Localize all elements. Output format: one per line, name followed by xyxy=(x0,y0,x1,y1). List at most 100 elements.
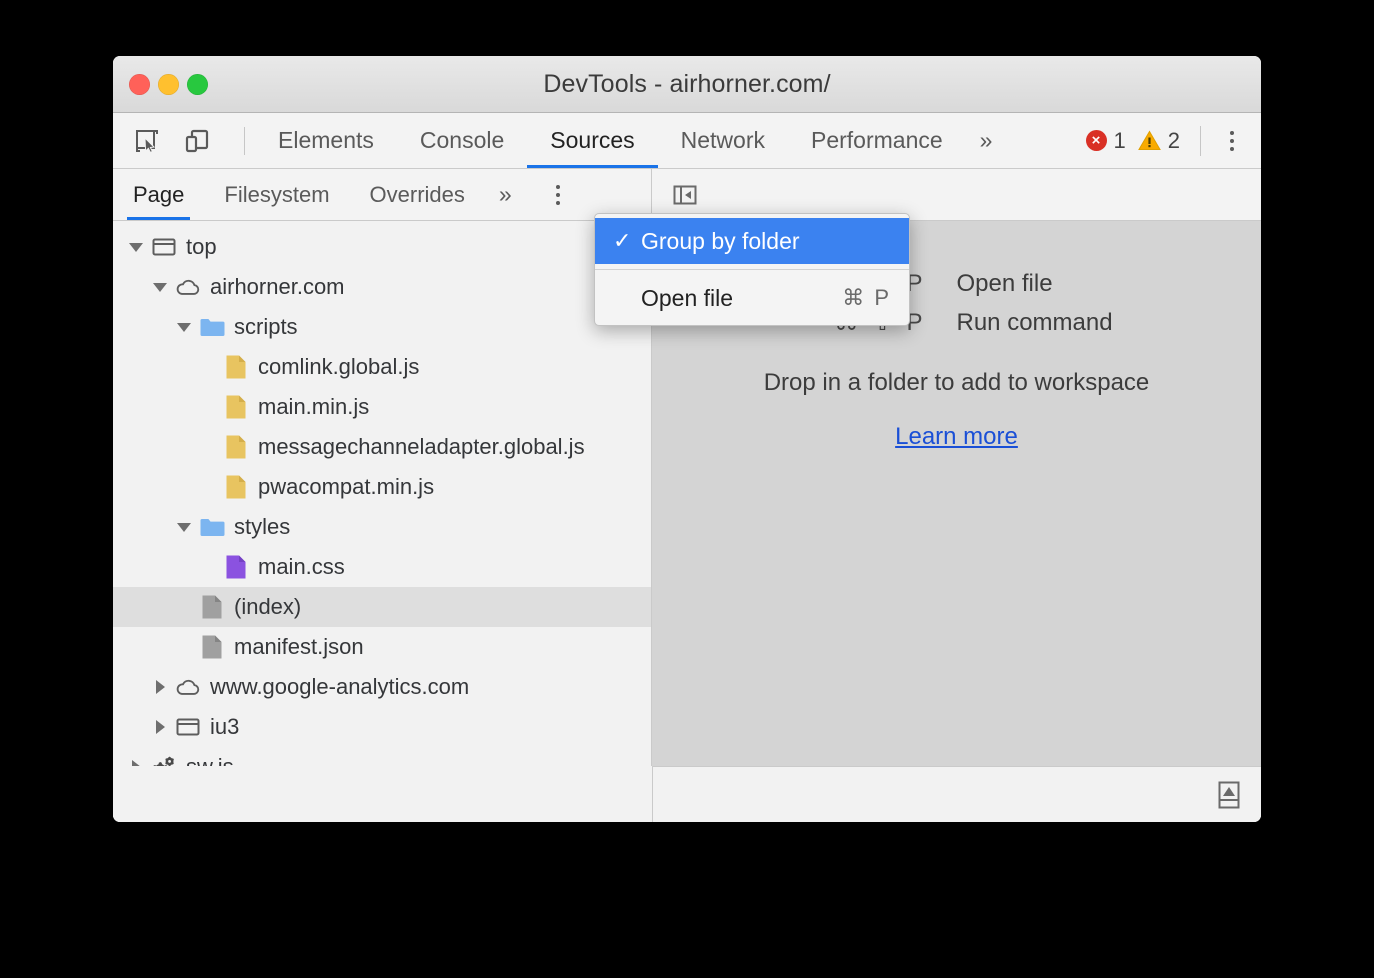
tree-row-label: main.css xyxy=(258,554,345,580)
shortcut-open-file-label: Open file xyxy=(957,270,1262,298)
statusbar-left-filler xyxy=(113,766,653,822)
check-icon: ✓ xyxy=(613,228,641,254)
folder-icon xyxy=(199,314,225,340)
window-controls xyxy=(129,74,208,95)
js-file-icon xyxy=(223,394,249,420)
tree-row[interactable]: top xyxy=(113,227,651,267)
sidebar-item-page[interactable]: Page xyxy=(113,169,204,220)
tab-network-label: Network xyxy=(681,127,765,154)
cloud-icon xyxy=(175,674,201,700)
tree-row[interactable]: styles xyxy=(113,507,651,547)
tree-row-label: pwacompat.min.js xyxy=(258,474,434,500)
tab-console[interactable]: Console xyxy=(397,113,527,168)
menu-item-open-file-shortcut: ⌘ P xyxy=(842,285,891,311)
tab-elements[interactable]: Elements xyxy=(255,113,397,168)
tree-row[interactable]: comlink.global.js xyxy=(113,347,651,387)
navigator-tabs-overflow-icon[interactable]: » xyxy=(485,181,523,208)
window-title: DevTools - airhorner.com/ xyxy=(113,70,1261,99)
doc-file-icon xyxy=(199,594,225,620)
navigator-tab-page-label: Page xyxy=(133,182,184,208)
expand-triangle-down-icon[interactable] xyxy=(175,318,193,336)
menu-item-open-file[interactable]: Open file ⌘ P xyxy=(595,275,909,321)
tree-row-label: styles xyxy=(234,514,290,540)
warning-badge[interactable]: 2 xyxy=(1134,128,1184,154)
tree-row[interactable]: main.css xyxy=(113,547,651,587)
toolbar-icon-group xyxy=(113,124,255,158)
menu-item-open-file-label: Open file xyxy=(641,285,842,312)
maximize-button[interactable] xyxy=(187,74,208,95)
tab-sources[interactable]: Sources xyxy=(527,113,657,168)
navigator-tab-list: Page Filesystem Overrides » xyxy=(113,169,652,221)
main-tabs-overflow-icon[interactable]: » xyxy=(966,127,1004,154)
tree-row-label: airhorner.com xyxy=(210,274,345,300)
tree-row[interactable]: scripts xyxy=(113,307,651,347)
menu-item-group-by-folder-label: Group by folder xyxy=(641,228,891,255)
tree-row[interactable]: main.min.js xyxy=(113,387,651,427)
tree-row-label: iu3 xyxy=(210,714,239,740)
tree-row[interactable]: www.google-analytics.com xyxy=(113,667,651,707)
tab-network[interactable]: Network xyxy=(658,113,788,168)
tree-row-label: manifest.json xyxy=(234,634,364,660)
minimize-button[interactable] xyxy=(158,74,179,95)
tree-row-label: www.google-analytics.com xyxy=(210,674,469,700)
folder-icon xyxy=(199,514,225,540)
js-file-icon xyxy=(223,474,249,500)
tab-elements-label: Elements xyxy=(278,127,374,154)
navigator-more-options-icon[interactable] xyxy=(543,178,573,212)
css-file-icon xyxy=(223,554,249,580)
expand-triangle-down-icon[interactable] xyxy=(175,518,193,536)
device-toolbar-icon[interactable] xyxy=(180,124,214,158)
toolbar-right-divider xyxy=(1200,126,1201,156)
sidebar-item-filesystem[interactable]: Filesystem xyxy=(204,169,349,220)
tab-console-label: Console xyxy=(420,127,504,154)
warning-icon xyxy=(1138,130,1161,151)
js-file-icon xyxy=(223,434,249,460)
collapse-sidebar-icon[interactable] xyxy=(670,180,700,210)
toolbar-divider xyxy=(244,127,245,155)
menu-item-group-by-folder[interactable]: ✓ Group by folder xyxy=(595,218,909,264)
close-button[interactable] xyxy=(129,74,150,95)
tree-row[interactable]: messagechanneladapter.global.js xyxy=(113,427,651,467)
workspace-hint: Drop in a folder to add to workspace xyxy=(764,369,1150,397)
show-drawer-icon[interactable] xyxy=(1215,779,1243,811)
error-icon: × xyxy=(1086,130,1107,151)
expand-triangle-down-icon[interactable] xyxy=(127,238,145,256)
devtools-main-toolbar: Elements Console Sources Network Perform… xyxy=(113,113,1261,169)
frame-icon xyxy=(151,234,177,260)
error-badge[interactable]: × 1 xyxy=(1082,128,1130,154)
devtools-window: DevTools - airhorner.com/ xyxy=(113,56,1261,822)
learn-more-link[interactable]: Learn more xyxy=(895,423,1018,451)
doc-file-icon xyxy=(199,634,225,660)
menu-divider xyxy=(595,269,909,270)
navigator-tab-overrides-label: Overrides xyxy=(370,182,465,208)
expand-triangle-right-icon[interactable] xyxy=(151,678,169,696)
tree-row[interactable]: pwacompat.min.js xyxy=(113,467,651,507)
navigator-tab-filesystem-label: Filesystem xyxy=(224,182,329,208)
tree-row-label: (index) xyxy=(234,594,301,620)
inspect-element-icon[interactable] xyxy=(130,124,164,158)
tab-sources-label: Sources xyxy=(550,127,634,154)
tab-performance-label: Performance xyxy=(811,127,943,154)
navigator-context-menu[interactable]: ✓ Group by folder Open file ⌘ P xyxy=(594,213,910,326)
tree-row[interactable]: airhorner.com xyxy=(113,267,651,307)
js-file-icon xyxy=(223,354,249,380)
expand-triangle-down-icon[interactable] xyxy=(151,278,169,296)
tree-row[interactable]: iu3 xyxy=(113,707,651,747)
sidebar-item-overrides[interactable]: Overrides xyxy=(350,169,485,220)
shortcut-run-command-label: Run command xyxy=(957,309,1262,337)
main-tab-list: Elements Console Sources Network Perform… xyxy=(255,113,1003,168)
tree-row-label: messagechanneladapter.global.js xyxy=(258,434,585,460)
frame-icon xyxy=(175,714,201,740)
toolbar-right-group: × 1 2 xyxy=(1082,124,1262,158)
error-count: 1 xyxy=(1114,128,1126,154)
cloud-icon xyxy=(175,274,201,300)
tree-row-label: main.min.js xyxy=(258,394,369,420)
tab-performance[interactable]: Performance xyxy=(788,113,966,168)
screenshot-root: DevTools - airhorner.com/ xyxy=(0,0,1374,978)
tree-row[interactable]: manifest.json xyxy=(113,627,651,667)
tree-row[interactable]: (index) xyxy=(113,587,651,627)
tree-row-label: top xyxy=(186,234,217,260)
expand-triangle-right-icon[interactable] xyxy=(151,718,169,736)
more-options-icon[interactable] xyxy=(1217,124,1247,158)
sources-file-tree[interactable]: top airhorner.com scriptscomlink.global.js… xyxy=(113,221,652,822)
